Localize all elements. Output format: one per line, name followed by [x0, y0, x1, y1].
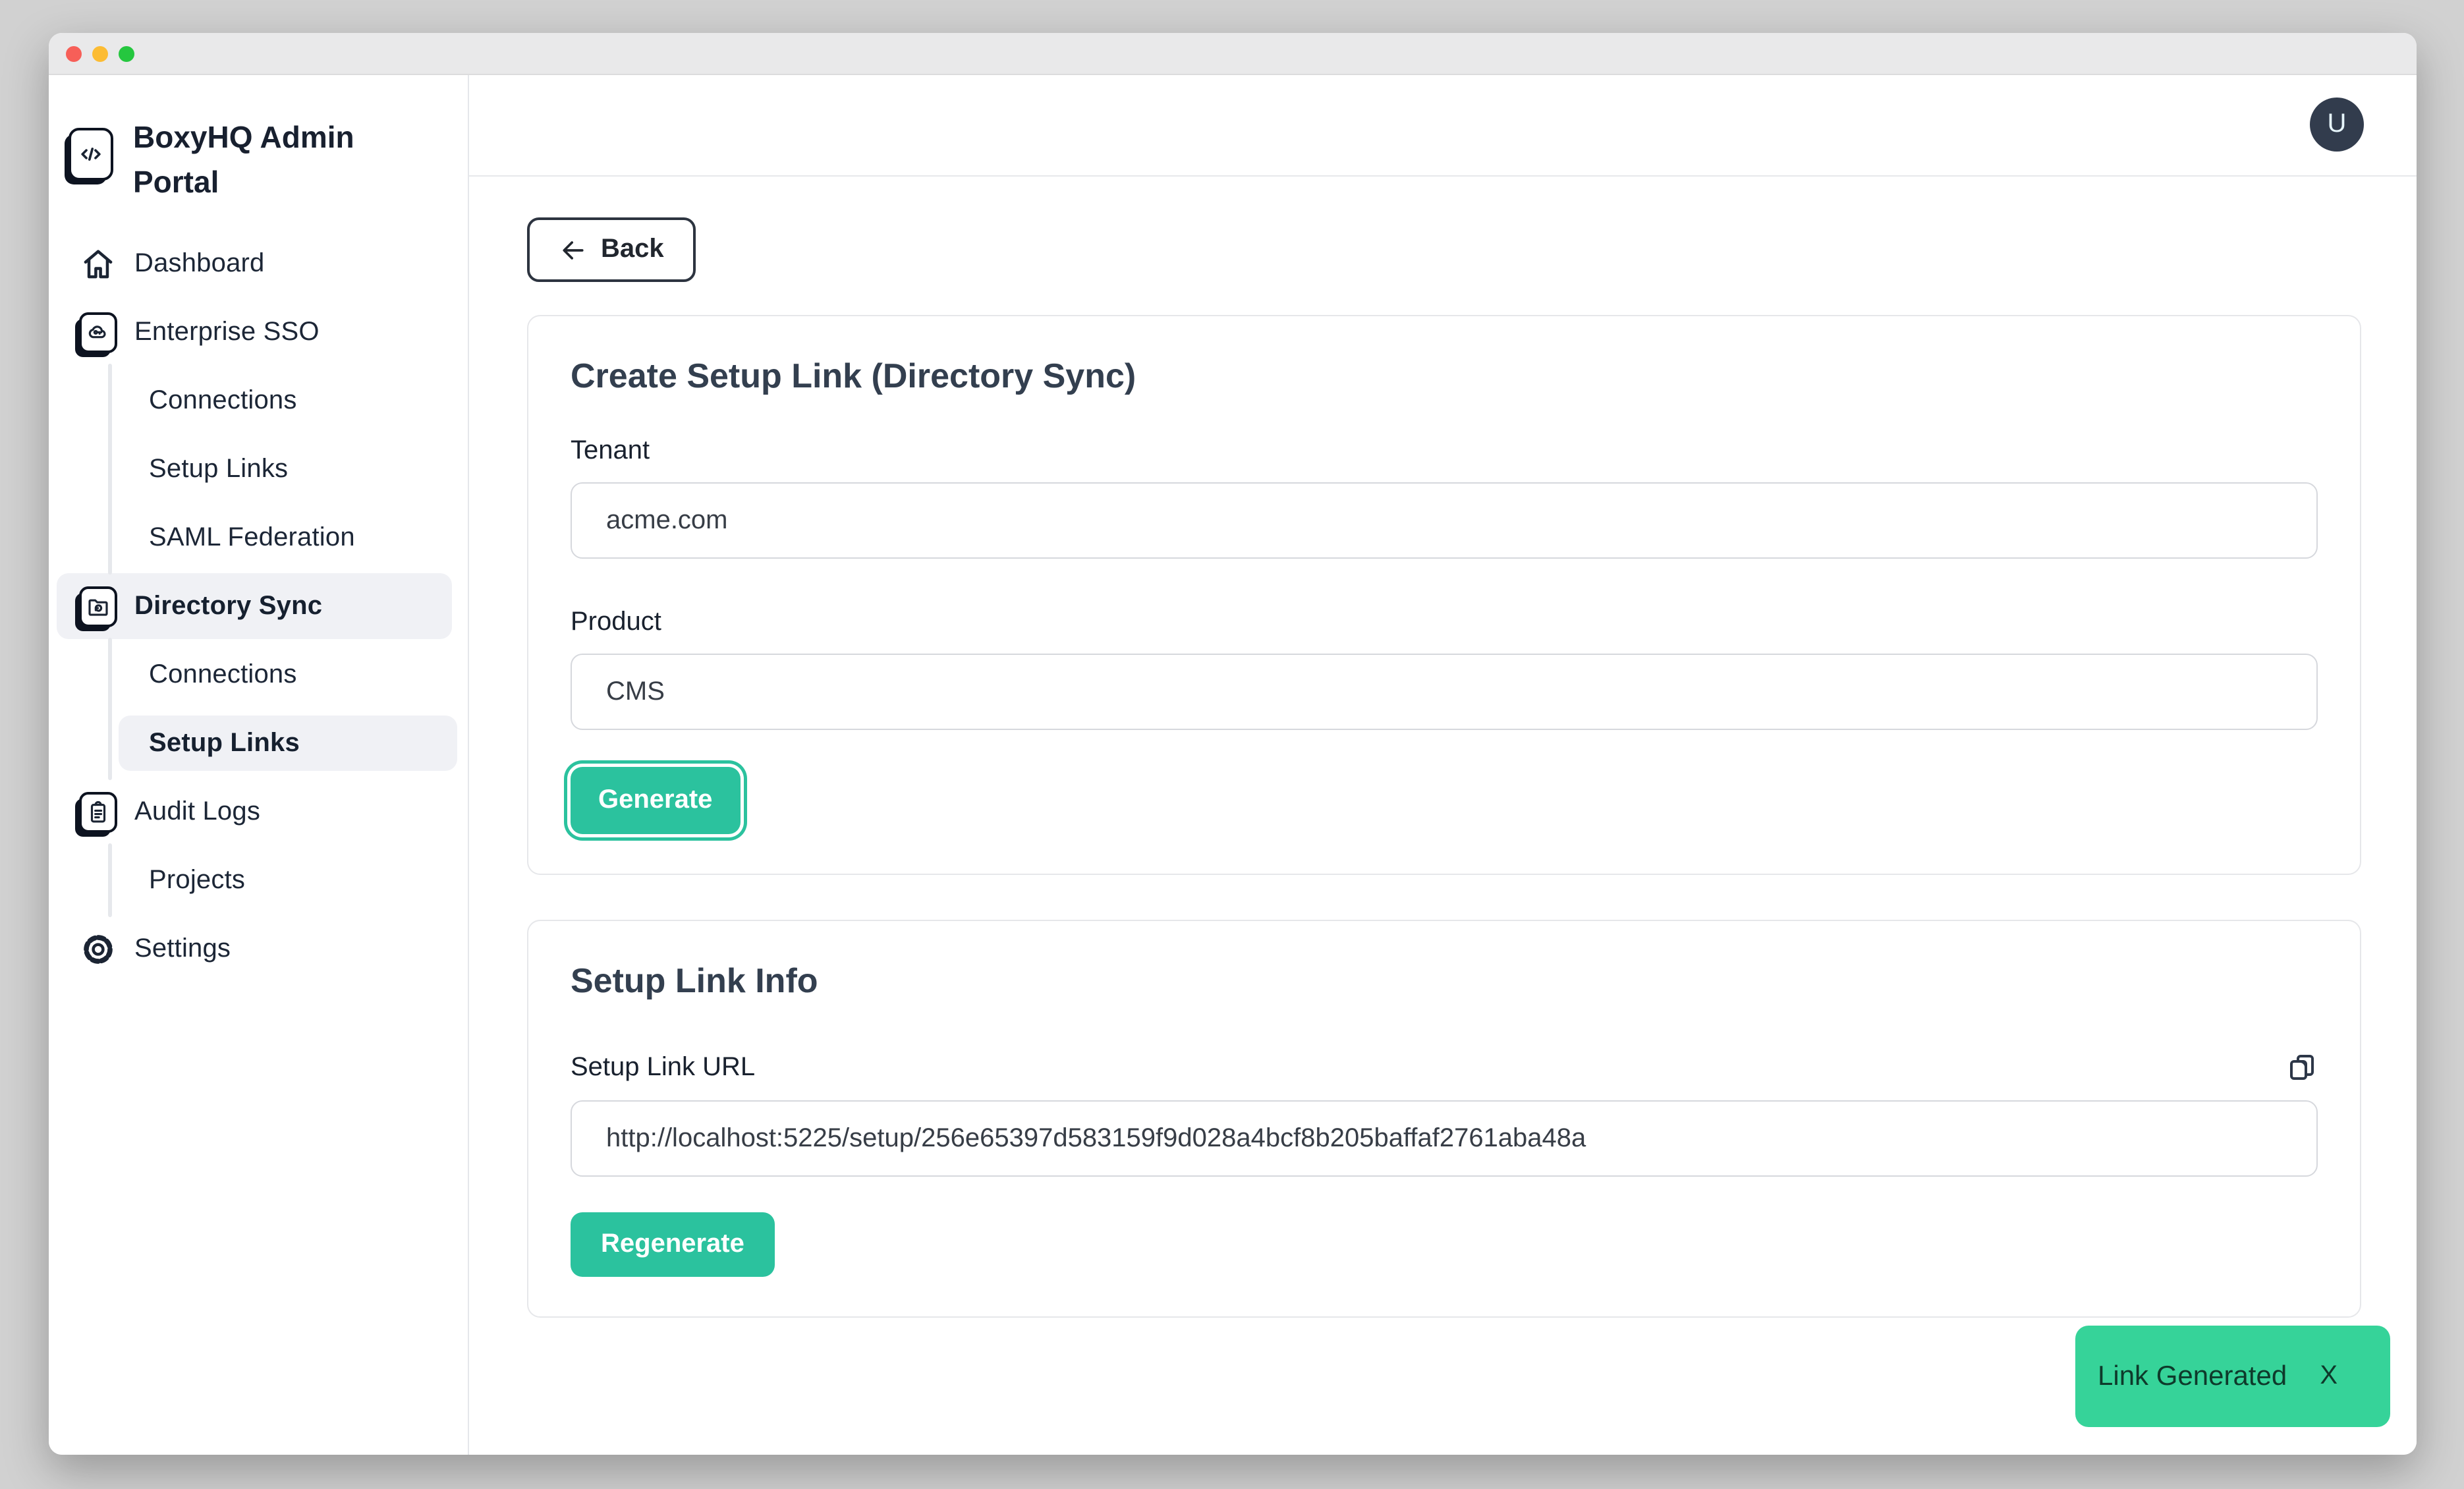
sidebar-item-label: Enterprise SSO: [134, 317, 320, 347]
folder-box-icon: [76, 586, 119, 627]
sidebar-item-label: Connections: [149, 385, 297, 416]
setup-link-url-label: Setup Link URL: [571, 1052, 755, 1082]
sidebar-slot: Connections: [57, 640, 457, 709]
copy-icon[interactable]: [2286, 1050, 2318, 1084]
product-input[interactable]: [571, 654, 2318, 730]
sidebar-slot: Audit Logs: [57, 777, 457, 846]
sidebar-subgroup-enterprise-sso: Connections Setup Links SAML Federation: [57, 366, 457, 572]
boxyhq-logo: [69, 128, 113, 181]
arrow-left-icon: [559, 235, 588, 264]
gear-icon: [76, 931, 119, 967]
sidebar-item-enterprise-sso-connections[interactable]: Connections: [119, 373, 457, 428]
sidebar-item-directory-sync[interactable]: Directory Sync: [57, 573, 452, 639]
setup-link-url-input[interactable]: [571, 1100, 2318, 1177]
sidebar-subgroup-audit-logs: Projects: [57, 846, 457, 914]
sidebar-item-label: Dashboard: [134, 248, 265, 279]
info-card-title: Setup Link Info: [571, 961, 2318, 1001]
sidebar-slot: Connections: [57, 366, 457, 435]
brand: BoxyHQ Admin Portal: [69, 115, 370, 204]
sidebar-slot: Setup Links: [57, 709, 457, 777]
desktop: BoxyHQ Admin Portal Dashboard Enterprise …: [0, 0, 2464, 1489]
create-setup-link-card: Create Setup Link (Directory Sync) Tenan…: [527, 315, 2361, 875]
sidebar-item-directory-sync-connections[interactable]: Connections: [119, 647, 457, 702]
sidebar-item-label: Audit Logs: [134, 797, 260, 827]
sidebar-item-label: Connections: [149, 660, 297, 690]
create-card-title: Create Setup Link (Directory Sync): [571, 356, 2318, 397]
regenerate-button[interactable]: Regenerate: [571, 1212, 775, 1277]
back-button-label: Back: [601, 235, 664, 265]
main-area: U Back Create Setup Link (Directory Sync…: [469, 75, 2417, 1455]
page-content: Back Create Setup Link (Directory Sync) …: [469, 177, 2417, 1318]
sidebar-item-enterprise-sso[interactable]: Enterprise SSO: [57, 299, 452, 365]
sidebar-slot: Dashboard: [57, 229, 457, 298]
sidebar-item-directory-sync-setup-links[interactable]: Setup Links: [119, 716, 457, 771]
sidebar-item-audit-logs[interactable]: Audit Logs: [57, 779, 452, 845]
toast-close-button[interactable]: X: [2320, 1361, 2338, 1391]
tenant-label: Tenant: [571, 436, 2318, 466]
sidebar-item-audit-logs-projects[interactable]: Projects: [119, 853, 457, 908]
sidebar-item-enterprise-sso-setup-links[interactable]: Setup Links: [119, 441, 457, 497]
setup-link-info-card: Setup Link Info Setup Link URL: [527, 920, 2361, 1318]
tenant-input[interactable]: [571, 482, 2318, 559]
sidebar-item-label: Directory Sync: [134, 591, 322, 621]
sidebar-item-label: SAML Federation: [149, 522, 355, 553]
topbar: U: [469, 75, 2417, 177]
generate-button[interactable]: Generate: [571, 767, 740, 834]
sidebar-subgroup-directory-sync: Connections Setup Links: [57, 640, 457, 777]
sidebar-item-label: Settings: [134, 934, 231, 964]
sidebar-menu: Dashboard Enterprise SSO Connections Setup …: [57, 229, 457, 983]
sidebar-slot: Settings: [57, 914, 457, 983]
app-window: BoxyHQ Admin Portal Dashboard Enterprise …: [49, 33, 2417, 1455]
sidebar-item-settings[interactable]: Settings: [57, 916, 452, 982]
sidebar-item-label: Setup Links: [149, 728, 300, 758]
sidebar-item-dashboard[interactable]: Dashboard: [57, 231, 452, 296]
sidebar: BoxyHQ Admin Portal Dashboard Enterprise …: [49, 75, 469, 1455]
clipboard-box-icon: [76, 791, 119, 832]
sidebar-item-label: Projects: [149, 865, 245, 895]
sidebar-item-enterprise-sso-saml-federation[interactable]: SAML Federation: [119, 510, 457, 565]
sso-cloud-box-icon: [76, 312, 119, 352]
zoom-window-button[interactable]: [119, 45, 134, 61]
toast-link-generated: Link Generated X: [2075, 1326, 2390, 1427]
app-title: BoxyHQ Admin Portal: [133, 115, 370, 204]
app-body: BoxyHQ Admin Portal Dashboard Enterprise …: [49, 75, 2417, 1455]
sidebar-slot: Directory Sync: [57, 572, 457, 640]
back-button[interactable]: Back: [527, 217, 696, 282]
sidebar-slot: Projects: [57, 846, 457, 914]
home-icon: [76, 246, 119, 281]
sidebar-slot: Setup Links: [57, 435, 457, 503]
sidebar-item-label: Setup Links: [149, 454, 288, 484]
close-window-button[interactable]: [66, 45, 82, 61]
minimize-window-button[interactable]: [92, 45, 108, 61]
toast-message: Link Generated: [2098, 1361, 2287, 1392]
sidebar-slot: Enterprise SSO: [57, 298, 457, 366]
window-titlebar: [49, 33, 2417, 75]
product-label: Product: [571, 607, 2318, 638]
avatar[interactable]: U: [2310, 98, 2364, 152]
sidebar-slot: SAML Federation: [57, 503, 457, 572]
